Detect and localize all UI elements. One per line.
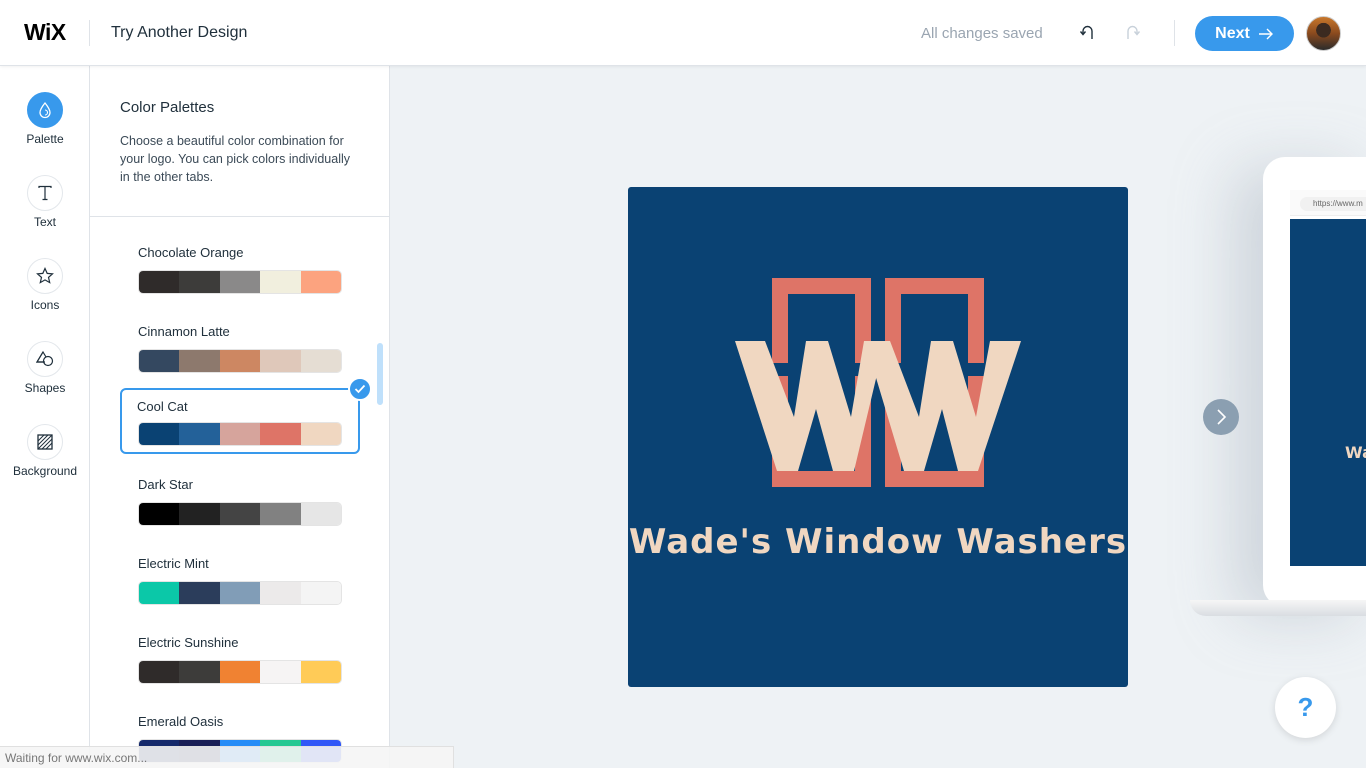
color-palettes-panel: Color Palettes Choose a beautiful color … — [90, 66, 390, 768]
palette-name: Dark Star — [138, 477, 193, 492]
color-swatch — [179, 503, 220, 525]
palette-swatches — [138, 349, 342, 373]
page-title: Try Another Design — [111, 24, 248, 41]
color-swatch — [219, 350, 261, 372]
save-status: All changes saved — [921, 25, 1043, 42]
header-divider — [1174, 20, 1175, 46]
color-swatch — [300, 582, 341, 604]
hatched-square-icon — [27, 424, 63, 460]
color-swatch — [219, 423, 261, 445]
palette-option[interactable]: Dark Star — [120, 469, 360, 535]
shapes-icon — [27, 341, 63, 377]
palette-name: Electric Sunshine — [138, 635, 239, 650]
color-swatch — [260, 423, 301, 445]
color-swatch — [300, 350, 341, 372]
wix-logo[interactable]: WiX — [24, 19, 66, 46]
sidebar-label: Text — [33, 215, 56, 229]
mock-business-name: Wa — [1345, 443, 1366, 462]
sidebar-label: Icons — [30, 298, 60, 312]
color-swatch — [179, 582, 220, 604]
color-swatch — [300, 661, 341, 683]
sidebar-label: Palette — [26, 132, 64, 146]
color-swatch — [139, 503, 180, 525]
color-swatch — [260, 661, 301, 683]
panel-header: Color Palettes Choose a beautiful color … — [90, 66, 389, 217]
palette-name: Chocolate Orange — [138, 245, 244, 260]
palette-name: Electric Mint — [138, 556, 209, 571]
logo-preview[interactable]: Wade's Window Washers — [628, 187, 1128, 687]
color-swatch — [260, 582, 301, 604]
sidebar-item-shapes[interactable]: Shapes — [0, 341, 90, 395]
color-swatch — [179, 661, 220, 683]
redo-icon[interactable] — [1124, 22, 1146, 44]
mock-screen: Wa — [1290, 219, 1366, 566]
palette-name: Cinnamon Latte — [138, 324, 230, 339]
palette-swatches — [138, 502, 342, 526]
color-swatch — [260, 271, 301, 293]
sidebar-item-background[interactable]: Background — [0, 424, 90, 478]
color-swatch — [300, 503, 341, 525]
sidebar-item-palette[interactable]: Palette — [0, 92, 90, 146]
next-design-button[interactable] — [1203, 399, 1239, 435]
text-t-icon — [27, 175, 63, 211]
color-swatch — [139, 350, 180, 372]
palette-name: Cool Cat — [137, 399, 188, 414]
palette-option[interactable]: Cool Cat — [120, 377, 372, 454]
header-divider — [89, 20, 90, 46]
business-name: Wade's Window Washers — [628, 522, 1128, 562]
sidebar-label: Background — [12, 464, 78, 478]
color-swatch — [260, 503, 301, 525]
color-swatch — [179, 271, 220, 293]
laptop-base — [1190, 600, 1366, 616]
next-button[interactable]: Next — [1195, 16, 1294, 51]
color-swatch — [139, 271, 180, 293]
color-swatch — [260, 350, 301, 372]
palette-option[interactable]: Electric Sunshine — [120, 627, 360, 693]
palette-swatches — [138, 660, 342, 684]
browser-status-bar: Waiting for www.wix.com... — [0, 746, 454, 768]
chevron-right-icon — [1217, 409, 1227, 425]
color-swatch — [179, 423, 220, 445]
palette-swatches — [138, 422, 342, 446]
palette-swatches — [138, 581, 342, 605]
color-swatch — [300, 423, 341, 445]
arrow-right-icon — [1258, 28, 1273, 39]
color-swatch — [219, 503, 261, 525]
tools-sidebar: Palette Text Icons Shapes Background — [0, 66, 90, 768]
mock-url: https://www.m — [1300, 197, 1366, 211]
undo-icon[interactable] — [1078, 22, 1100, 44]
color-swatch — [139, 661, 180, 683]
panel-description: Choose a beautiful color combination for… — [120, 134, 350, 184]
color-swatch — [219, 271, 261, 293]
mock-browser-bar: https://www.m — [1290, 190, 1366, 216]
star-icon — [27, 258, 63, 294]
panel-scrollbar[interactable] — [377, 343, 383, 405]
sidebar-item-icons[interactable]: Icons — [0, 258, 90, 312]
laptop-mockup: https://www.m Wa — [1263, 157, 1366, 607]
top-bar: WiX Try Another Design All changes saved… — [0, 0, 1366, 66]
checkmark-icon — [348, 377, 372, 401]
color-swatch — [139, 423, 180, 445]
color-swatch — [300, 271, 341, 293]
droplet-icon — [27, 92, 63, 128]
palette-option[interactable]: Cinnamon Latte — [120, 316, 360, 382]
sidebar-item-text[interactable]: Text — [0, 175, 90, 229]
next-label: Next — [1215, 24, 1250, 42]
panel-title: Color Palettes — [120, 99, 215, 116]
color-swatch — [219, 582, 261, 604]
ww-logo-mark — [735, 278, 1021, 487]
color-swatch — [179, 350, 220, 372]
palette-option[interactable]: Electric Mint — [120, 548, 360, 614]
palette-option[interactable]: Chocolate Orange — [120, 237, 360, 303]
color-swatch — [139, 582, 180, 604]
palette-swatches — [138, 270, 342, 294]
color-swatch — [219, 661, 261, 683]
help-button[interactable]: ? — [1275, 677, 1336, 738]
palette-name: Emerald Oasis — [138, 714, 224, 729]
user-avatar[interactable] — [1306, 16, 1341, 51]
sidebar-label: Shapes — [24, 381, 66, 395]
